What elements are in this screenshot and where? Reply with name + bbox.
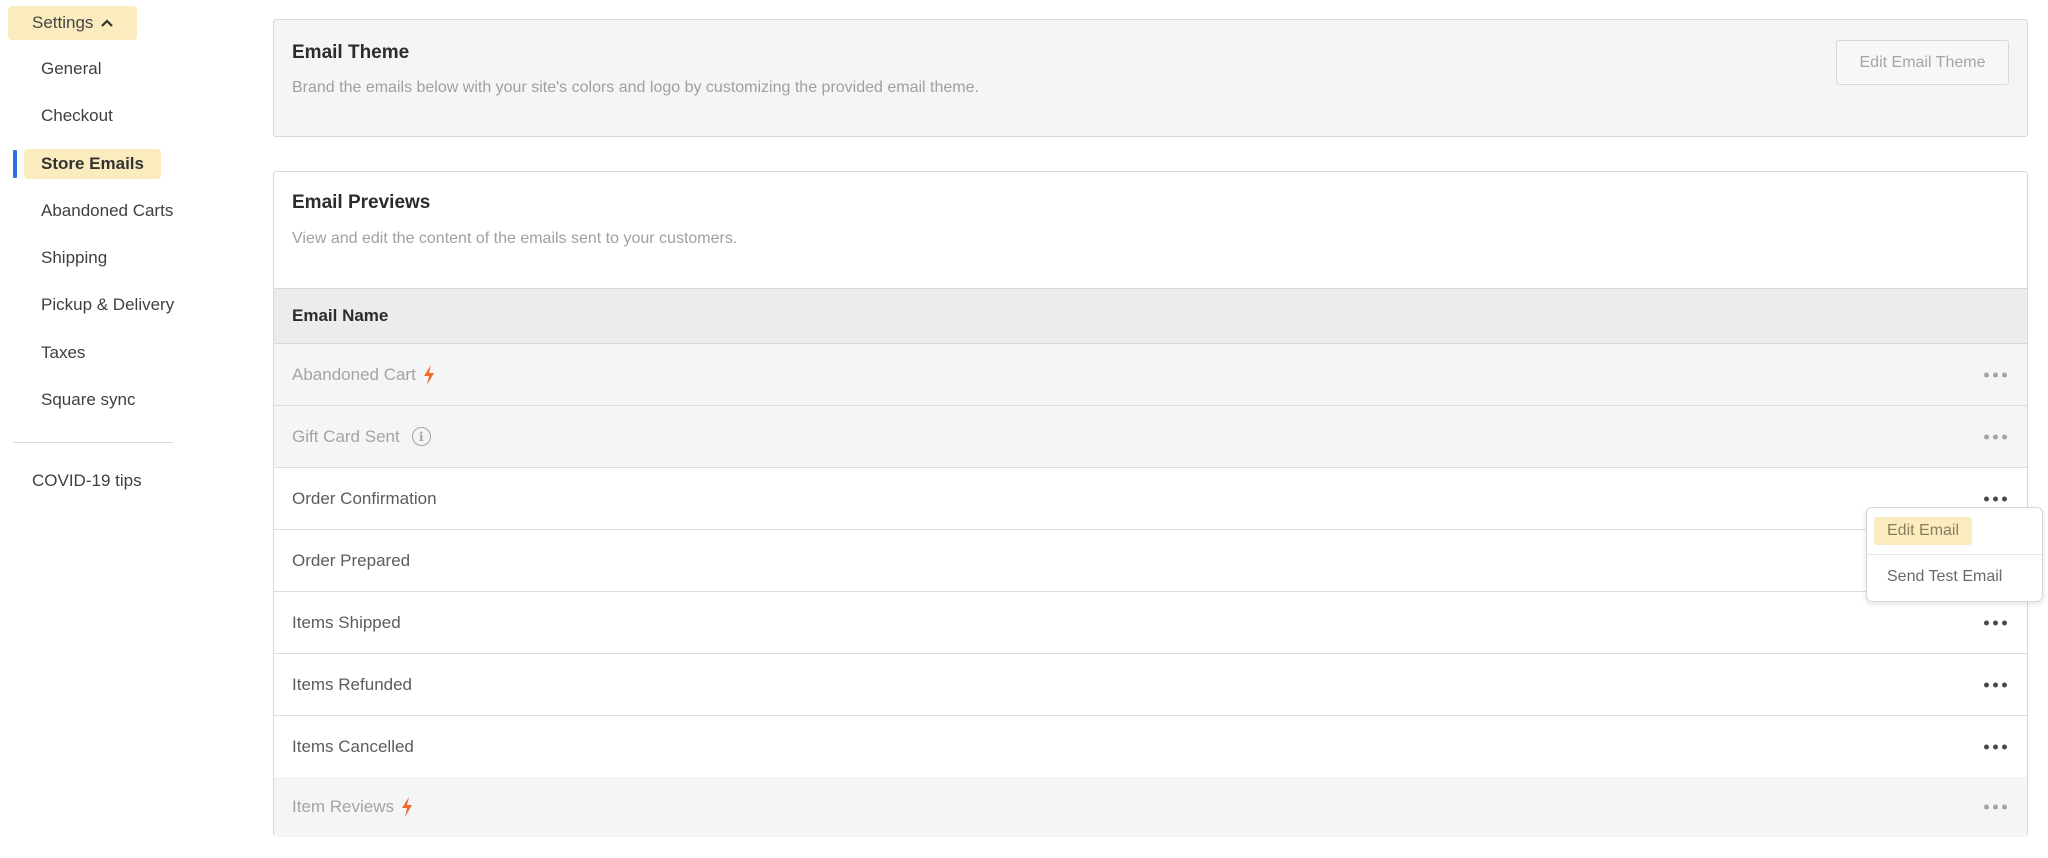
table-row[interactable]: Items Cancelled xyxy=(274,716,2027,778)
table-row[interactable]: Abandoned Cart xyxy=(274,344,2027,406)
settings-sidebar: Settings General Checkout Store Emails A… xyxy=(0,0,190,858)
table-row[interactable]: Items Refunded xyxy=(274,654,2027,716)
email-theme-title: Email Theme xyxy=(292,42,410,63)
sidebar-item-abandoned-carts[interactable]: Abandoned Carts xyxy=(41,196,173,226)
row-actions-button[interactable] xyxy=(1982,490,2009,507)
table-row[interactable]: Order Prepared xyxy=(274,530,2027,592)
row-label: Abandoned Cart xyxy=(292,364,416,384)
sidebar-item-pickup-delivery[interactable]: Pickup & Delivery xyxy=(41,290,174,320)
covid-tips-link[interactable]: COVID-19 tips xyxy=(32,471,142,491)
row-label: Item Reviews xyxy=(292,797,395,816)
info-icon[interactable]: i xyxy=(411,427,431,446)
email-previews-card: Email Previews View and edit the content… xyxy=(273,171,2028,837)
settings-label: Settings xyxy=(32,13,94,32)
edit-email-theme-button[interactable]: Edit Email Theme xyxy=(1836,40,2009,85)
row-label: Items Refunded xyxy=(292,674,413,694)
menu-item-send-test-email[interactable]: Send Test Email xyxy=(1887,568,2002,586)
row-actions-button[interactable] xyxy=(1982,614,2009,631)
row-actions-menu: Edit Email Send Test Email xyxy=(1866,507,2043,602)
row-actions-button[interactable] xyxy=(1982,428,2009,445)
settings-toggle[interactable]: Settings xyxy=(8,6,138,40)
row-label: Gift Card Sent xyxy=(292,426,400,446)
table-row[interactable]: Order Confirmation xyxy=(274,468,2027,530)
row-label: Items Cancelled xyxy=(292,736,414,756)
sidebar-item-general[interactable]: General xyxy=(41,54,101,84)
row-label: Order Prepared xyxy=(292,550,411,570)
lightning-bolt-icon xyxy=(400,796,414,818)
sidebar-item-square-sync[interactable]: Square sync xyxy=(41,385,136,415)
menu-divider xyxy=(1867,554,2042,555)
table-row[interactable]: Items Shipped xyxy=(274,592,2027,654)
table-row[interactable]: Item Reviews xyxy=(274,777,2027,837)
chevron-up-icon xyxy=(101,15,114,30)
row-label: Order Confirmation xyxy=(292,488,437,508)
sidebar-item-taxes[interactable]: Taxes xyxy=(41,338,85,368)
table-row[interactable]: Gift Card Sent i xyxy=(274,406,2027,468)
row-actions-button[interactable] xyxy=(1982,366,2009,383)
row-actions-button[interactable] xyxy=(1982,738,2009,755)
sidebar-item-checkout[interactable]: Checkout xyxy=(41,101,113,131)
row-label: Items Shipped xyxy=(292,612,401,632)
row-actions-button[interactable] xyxy=(1982,799,2009,816)
column-header-email-name: Email Name xyxy=(292,306,389,325)
sidebar-item-store-emails[interactable]: Store Emails xyxy=(24,149,161,179)
lightning-bolt-icon xyxy=(422,364,436,386)
sidebar-divider xyxy=(13,442,173,443)
active-indicator xyxy=(13,150,17,178)
sidebar-item-shipping[interactable]: Shipping xyxy=(41,243,107,273)
email-theme-description: Brand the emails below with your site's … xyxy=(292,79,979,96)
table-header: Email Name xyxy=(274,288,2027,344)
email-previews-title: Email Previews xyxy=(292,192,431,213)
email-theme-card: Email Theme Brand the emails below with … xyxy=(273,19,2028,137)
email-previews-description: View and edit the content of the emails … xyxy=(292,230,738,247)
row-actions-button[interactable] xyxy=(1982,676,2009,693)
menu-item-edit-email[interactable]: Edit Email xyxy=(1874,517,1973,545)
